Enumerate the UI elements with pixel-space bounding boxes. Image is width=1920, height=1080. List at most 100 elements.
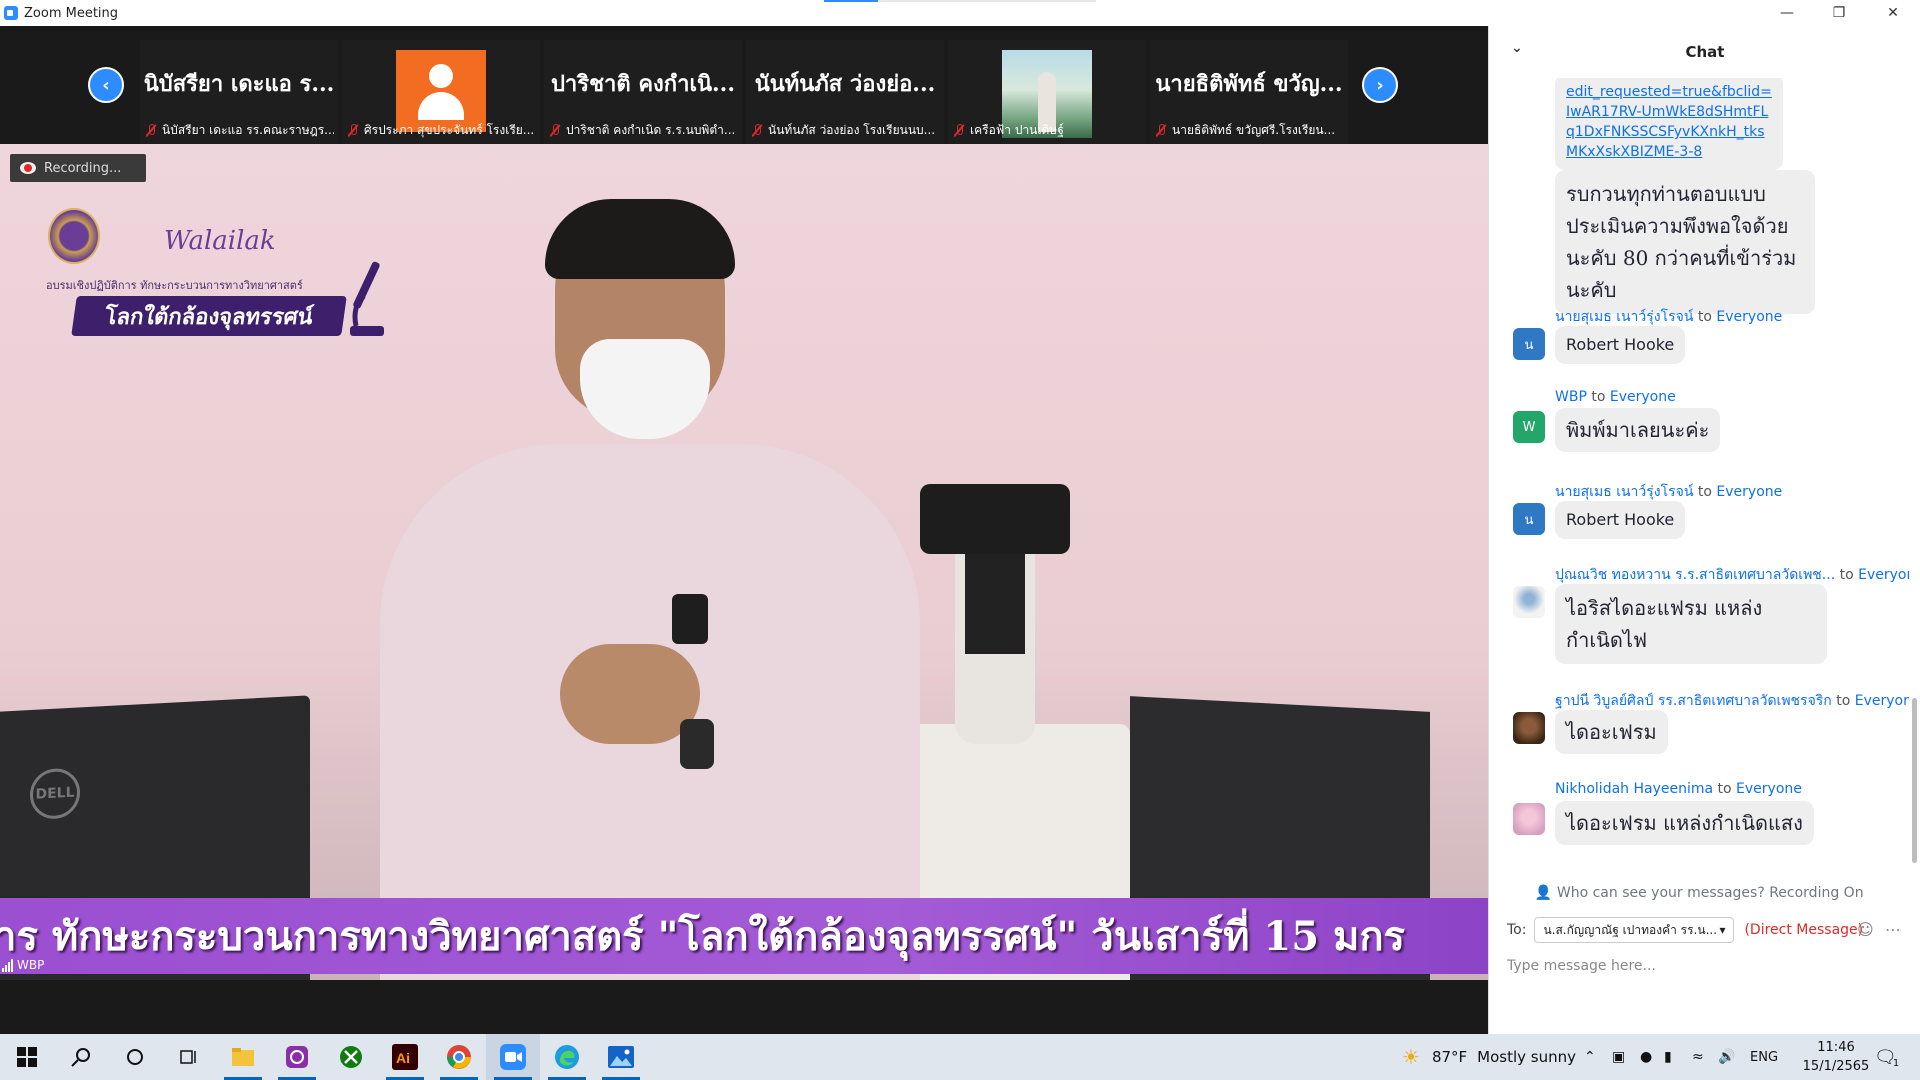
chat-message-bubble: พิมพ์มาเลยนะค่ะ bbox=[1555, 408, 1721, 452]
mic-muted-icon bbox=[348, 124, 358, 137]
participant-tile[interactable]: ปาริชาติ คงกำเนิ... ปาริชาติ คงกำเนิด ร.… bbox=[544, 40, 742, 144]
recipient-name: Everyone bbox=[1858, 567, 1909, 583]
recording-label: Recording... bbox=[44, 160, 122, 176]
active-speaker-video[interactable]: DELL Walailak อบรมเชิงปฏิบัติการ ทักษะกร… bbox=[0, 144, 1488, 980]
chat-message-link[interactable]: edit_requested=true&fbclid=IwAR17RV-UmWk… bbox=[1555, 78, 1783, 170]
window-titlebar: Zoom Meeting — ❐ ✕ bbox=[0, 0, 1920, 26]
who-can-see-notice[interactable]: 👤 Who can see your messages? Recording O… bbox=[1489, 878, 1909, 908]
participant-label-text: ศิรประภา สุขประจันทร์ โรงเรีย... bbox=[364, 123, 535, 137]
chat-message-bubble: Robert Hooke bbox=[1555, 501, 1686, 539]
strip-prev-button[interactable]: ‹ bbox=[88, 67, 124, 103]
user-avatar: น bbox=[1513, 503, 1545, 535]
recording-icon bbox=[20, 162, 36, 174]
chat-message-bubble: ไดอะเฟรม แหล่งกำเนิดแสง bbox=[1555, 801, 1814, 845]
strip-next-button[interactable]: › bbox=[1362, 67, 1398, 103]
face-mask-shape bbox=[580, 339, 710, 439]
file-explorer-icon[interactable] bbox=[216, 1034, 270, 1080]
mic-muted-icon bbox=[954, 124, 964, 137]
chat-messages[interactable]: edit_requested=true&fbclid=IwAR17RV-UmWk… bbox=[1489, 78, 1909, 878]
monitor-brand: DELL bbox=[30, 767, 80, 821]
show-hidden-icons-icon[interactable]: ⌃ bbox=[1584, 1034, 1596, 1080]
message-sender: นายสุเมธ เนาว์รุ่งโรจน์ to Everyone bbox=[1555, 306, 1782, 328]
recipient-name: Everyone bbox=[1609, 389, 1676, 405]
participant-tile[interactable]: นิบัสรียา เดะแอ ร... นิบัสรียา เดะแอ รร.… bbox=[140, 40, 338, 144]
message-link-text[interactable]: edit_requested=true&fbclid=IwAR17RV-UmWk… bbox=[1566, 84, 1772, 160]
sender-to: to bbox=[1697, 484, 1712, 500]
window-title: Zoom Meeting bbox=[24, 5, 119, 21]
logo-banner: โลกใต้กล้องจุลทรรศน์ bbox=[71, 296, 347, 336]
loading-progress-bar bbox=[824, 0, 1096, 2]
user-avatar bbox=[1513, 712, 1545, 744]
participant-label: ปาริชาติ คงกำเนิด ร.ร.นบพิตำ... bbox=[550, 121, 738, 140]
illustrator-icon[interactable]: Ai bbox=[378, 1034, 432, 1080]
wifi-icon[interactable]: ≈ bbox=[1692, 1034, 1704, 1080]
presenter-hands-shape bbox=[560, 644, 700, 744]
participant-name: นิบัสรียา เดะแอ ร... bbox=[143, 71, 335, 97]
emoji-icon[interactable]: ☺ bbox=[1857, 920, 1874, 939]
start-icon[interactable] bbox=[0, 1034, 54, 1080]
user-avatar: น bbox=[1513, 328, 1545, 360]
speaker-name: WBP bbox=[17, 958, 45, 972]
weather-widget[interactable]: ☀ 87°F Mostly sunny bbox=[1402, 1034, 1576, 1080]
microphone-icon[interactable]: ● bbox=[1640, 1034, 1652, 1080]
zoom-icon[interactable] bbox=[486, 1034, 540, 1080]
cortana-icon[interactable] bbox=[108, 1034, 162, 1080]
meet-now-icon[interactable]: ▣ bbox=[1612, 1034, 1625, 1080]
participant-label: เครือฟ้า ปานเดิษฐ์ bbox=[954, 121, 1142, 140]
participant-tile[interactable]: นันท์นภัส ว่องย่อ... นันท์นภัส ว่องย่อง … bbox=[746, 40, 944, 144]
message-input[interactable] bbox=[1507, 954, 1907, 978]
person-eye-icon: 👤 bbox=[1534, 885, 1552, 901]
message-text: ไดอะเฟรม bbox=[1566, 720, 1657, 744]
restore-button[interactable]: ❐ bbox=[1812, 0, 1866, 26]
recipient-select[interactable]: น.ส.กัญญาณัฐ เปาทองคำ รร.น... ▾ bbox=[1534, 917, 1735, 943]
to-label: To: bbox=[1507, 922, 1527, 938]
xbox-icon[interactable] bbox=[324, 1034, 378, 1080]
participant-label: นายธิติพัทธ์ ขวัญศรี.โรงเรียน... bbox=[1156, 121, 1344, 140]
chevron-down-icon[interactable]: ⌄ bbox=[1511, 40, 1523, 56]
loading-progress-fill bbox=[824, 0, 879, 2]
participant-tile[interactable]: ศิรประภา สุขประจันทร์ โรงเรีย... bbox=[342, 40, 540, 144]
volume-icon[interactable]: 🔊 bbox=[1718, 1034, 1735, 1080]
ticker-banner: าร ทักษะกระบวนการทางวิทยาศาสตร์ "โลกใต้ก… bbox=[0, 898, 1488, 974]
clock-date: 15/1/2565 bbox=[1802, 1059, 1870, 1074]
participant-tile[interactable]: เครือฟ้า ปานเดิษฐ์ bbox=[948, 40, 1146, 144]
speaker-name-badge: WBP bbox=[2, 958, 44, 972]
battery-icon[interactable]: ▮ bbox=[1664, 1034, 1672, 1080]
watch-shape bbox=[680, 719, 714, 769]
presenter-hair-shape bbox=[545, 199, 735, 279]
task-view-icon[interactable] bbox=[162, 1034, 216, 1080]
more-options-icon[interactable]: ⋯ bbox=[1885, 920, 1901, 939]
recipient-value: น.ส.กัญญาณัฐ เปาทองคำ รร.น... bbox=[1543, 922, 1718, 937]
language-indicator[interactable]: ENG bbox=[1750, 1034, 1778, 1080]
participant-tile[interactable]: นายธิติพัทธ์ ขวัญ... นายธิติพัทธ์ ขวัญศร… bbox=[1150, 40, 1348, 144]
edge-icon[interactable] bbox=[540, 1034, 594, 1080]
minimize-button[interactable]: — bbox=[1760, 0, 1814, 26]
video-bottom-bar bbox=[0, 980, 1488, 1034]
participant-label: นันท์นภัส ว่องย่อง โรงเรียนนบ... bbox=[752, 121, 940, 140]
close-button[interactable]: ✕ bbox=[1866, 0, 1920, 26]
sender-name: นายสุเมธ เนาว์รุ่งโรจน์ bbox=[1555, 309, 1694, 325]
notification-center-icon[interactable]: 🗨 1 bbox=[1874, 1034, 1899, 1080]
photos-icon[interactable] bbox=[594, 1034, 648, 1080]
chrome-icon[interactable] bbox=[432, 1034, 486, 1080]
sender-name: นายสุเมธ เนาว์รุ่งโรจน์ bbox=[1555, 484, 1694, 500]
search-icon[interactable] bbox=[54, 1034, 108, 1080]
weather-text: Mostly sunny bbox=[1477, 1048, 1576, 1066]
camera-shape bbox=[920, 484, 1070, 554]
message-text: ไดอะเฟรม แหล่งกำเนิดแสง bbox=[1566, 811, 1803, 835]
message-sender: Nikholidah Hayeenima to Everyone bbox=[1555, 781, 1802, 797]
user-avatar bbox=[1513, 586, 1545, 618]
recipient-name: Everyone bbox=[1716, 309, 1783, 325]
scrollbar-thumb[interactable] bbox=[1912, 698, 1917, 863]
participant-label-text: ปาริชาติ คงกำเนิด ร.ร.นบพิตำ... bbox=[566, 123, 736, 137]
app-icon[interactable] bbox=[270, 1034, 324, 1080]
clock[interactable]: 11:46 15/1/2565 bbox=[1796, 1038, 1876, 1076]
chat-title: Chat bbox=[1685, 43, 1725, 61]
weather-temp: 87°F bbox=[1431, 1048, 1468, 1066]
message-text: ไอริสไดอะแฟรม แหล่งกำเนิดไฟ bbox=[1566, 596, 1763, 652]
recipient-name: Everyone bbox=[1854, 693, 1909, 709]
chat-panel: ⌄ Chat edit_requested=true&fbclid=IwAR17… bbox=[1488, 26, 1920, 1034]
microscope-icon bbox=[350, 261, 384, 336]
recording-indicator: Recording... bbox=[10, 154, 146, 182]
chat-scrollbar[interactable] bbox=[1909, 78, 1920, 878]
